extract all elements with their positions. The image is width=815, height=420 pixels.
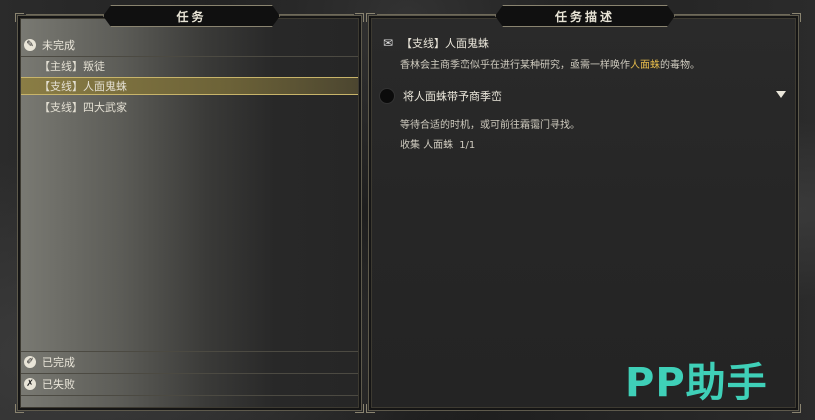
corner-ornament [15,404,24,413]
quest-item-spider[interactable]: 【支线】人面鬼蛛 [21,77,358,95]
progress-label: 收集 人面蛛 [400,140,454,151]
quest-item-traitor[interactable]: 【主线】叛徒 [21,57,358,75]
desc-text: 香林会主商季峦似乎在进行某种研究，亟需一样唤作 [400,60,630,71]
divider [21,373,358,374]
group-failed-label: 已失败 [42,378,75,391]
group-failed[interactable]: ✗ 已失败 [24,375,354,393]
corner-ornament [792,13,801,22]
panel-title: 任务描述 [495,5,675,27]
panel-title: 任务 [103,5,280,27]
broken-scroll-icon: ✗ [24,378,36,390]
progress-value: 1/1 [459,140,476,151]
quest-list-panel: 任务 ✎ 未完成 【主线】叛徒 【支线】人面鬼蛛 【支线】四大武家 ✐ 已完成 … [15,13,364,413]
header-rule [26,14,104,15]
objective-marker-icon [379,88,395,104]
corner-ornament [15,13,24,22]
group-incomplete[interactable]: ✎ 未完成 [24,36,354,54]
objective-progress: 收集 人面蛛 1/1 [400,136,481,151]
quest-label: 【主线】叛徒 [39,60,105,73]
objective-hint: 等待合适的时机，或可前往霜霭门寻找。 [400,120,580,131]
group-completed[interactable]: ✐ 已完成 [24,353,354,371]
header-rule [278,14,354,15]
group-completed-label: 已完成 [42,356,75,369]
header-rule [377,14,496,15]
objective-text: 将人面蛛带予商季峦 [403,90,502,103]
corner-ornament [355,404,364,413]
quest-scroll-icon: ✉ [382,36,394,50]
quest-label: 【支线】四大武家 [39,101,127,114]
desc-text-end: 的毒物。 [660,60,700,71]
corner-ornament [366,13,375,22]
corner-ornament [355,13,364,22]
divider [21,395,358,396]
quest-title: ✉ 【支线】人面鬼蛛 [381,35,489,51]
corner-ornament [792,404,801,413]
quest-label: 【支线】人面鬼蛛 [39,80,127,93]
brush-icon: ✐ [24,356,36,368]
quest-item-four-houses[interactable]: 【支线】四大武家 [21,98,358,116]
divider [21,351,358,352]
desc-highlight: 人面蛛 [630,60,660,71]
header-rule [673,14,790,15]
quest-description: 香林会主商季峦似乎在进行某种研究，亟需一样唤作人面蛛的毒物。 [400,56,790,71]
corner-ornament [366,404,375,413]
scroll-icon: ✎ [24,39,36,51]
objective-row[interactable]: 将人面蛛带予商季峦 [379,86,792,106]
quest-title-text: 【支线】人面鬼蛛 [401,37,489,50]
group-incomplete-label: 未完成 [42,39,75,52]
watermark-logo: PP助手 [625,360,768,406]
chevron-down-icon[interactable] [776,91,786,98]
